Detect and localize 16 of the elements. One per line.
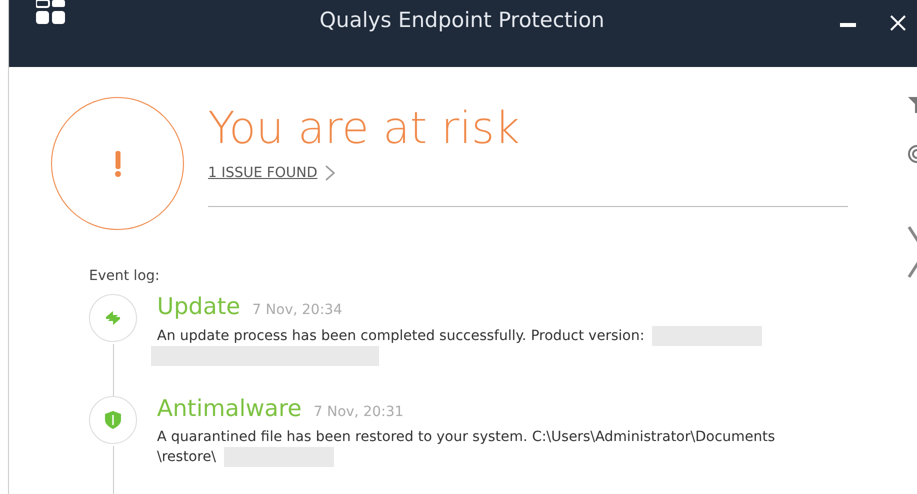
event-description: A quarantined file has been restored to your system. C:\Users\Administrator\Documents (157, 429, 776, 445)
window-title: Qualys Endpoint Protection (318, 8, 606, 32)
event-time: 7 Nov, 20:34 (252, 302, 342, 318)
exclamation-icon (114, 150, 120, 176)
event-time: 7 Nov, 20:31 (314, 404, 404, 420)
close-icon (890, 14, 906, 30)
event-title: Update (157, 294, 240, 320)
shield-icon (105, 411, 121, 429)
event-log-label: Event log: (89, 268, 161, 284)
event-description: An update process has been completed successfully. Product version: (157, 328, 644, 344)
event-title: Antimalware (157, 396, 302, 422)
issues-link[interactable]: 1 ISSUE FOUND (208, 165, 318, 182)
event-description: \restore\ (157, 448, 216, 465)
minimize-icon (840, 23, 856, 27)
chevron-right-icon (325, 165, 336, 182)
status-title: You are at risk (208, 105, 521, 154)
